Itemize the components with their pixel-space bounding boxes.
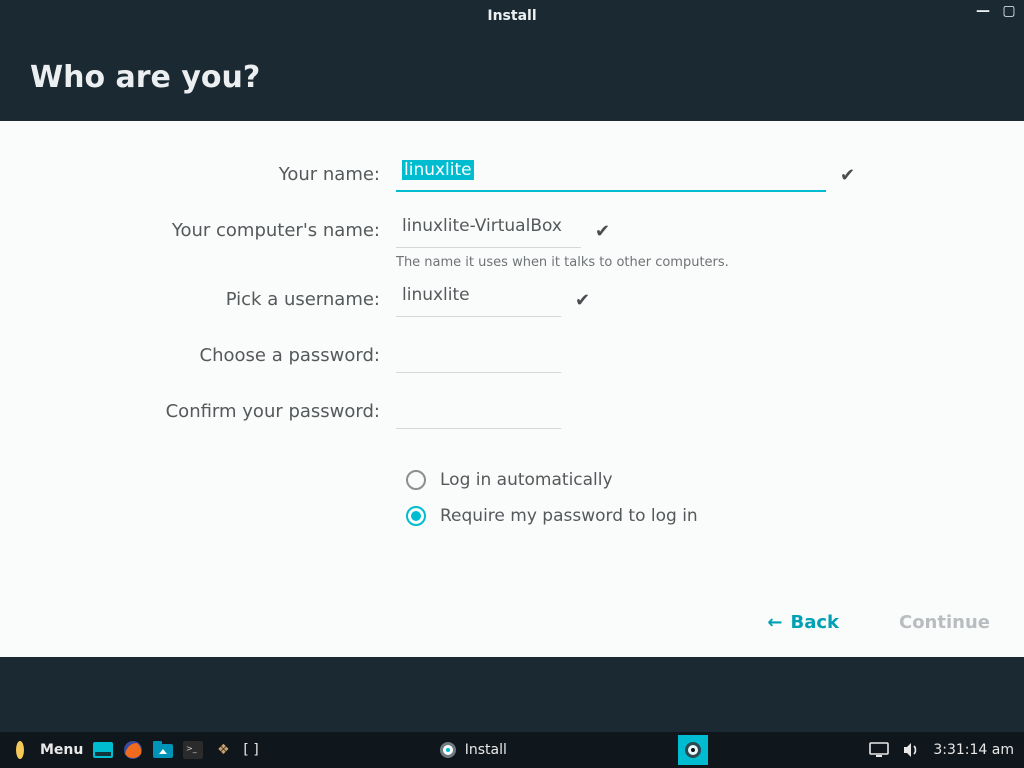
network-indicator[interactable]	[869, 740, 889, 760]
computer-name-valid-icon: ✔	[595, 221, 610, 242]
your-name-input[interactable]: linuxlite	[396, 158, 826, 192]
password-input[interactable]	[396, 339, 561, 373]
taskbar-entry-install-active[interactable]	[678, 735, 708, 765]
taskbar: Menu >_ ❖ [ ] Install 3:31	[0, 732, 1024, 768]
your-name-value: linuxlite	[402, 160, 474, 180]
username-valid-icon: ✔	[575, 290, 590, 311]
computer-name-helper: The name it uses when it talks to other …	[396, 255, 729, 270]
radio-login-automatically[interactable]: Log in automatically	[406, 462, 1024, 498]
installer-body: Your name: linuxlite ✔ Your computer's n…	[0, 121, 1024, 657]
confirm-password-input[interactable]	[396, 395, 561, 429]
workspace-indicator[interactable]: [ ]	[243, 742, 258, 758]
window-maximize-button[interactable]: ▢	[1000, 4, 1018, 18]
volume-icon	[902, 741, 920, 759]
continue-button[interactable]: Continue	[899, 612, 990, 633]
window-title: Install	[487, 8, 536, 24]
installer-header: Who are you?	[0, 32, 1024, 121]
username-label: Pick a username:	[0, 280, 380, 320]
radio-unchecked-icon	[406, 470, 426, 490]
clock[interactable]: 3:31:14 am	[933, 742, 1014, 758]
menu-button[interactable]	[10, 740, 30, 760]
file-manager-launcher[interactable]	[153, 740, 173, 760]
page-title: Who are you?	[30, 60, 994, 95]
installer-icon	[439, 741, 457, 759]
terminal-launcher[interactable]: >_	[183, 740, 203, 760]
computer-name-label: Your computer's name:	[0, 211, 380, 280]
arrow-left-icon: ←	[767, 612, 782, 633]
taskbar-entry-install-label: Install	[465, 742, 507, 758]
window-minimize-button[interactable]: —	[974, 4, 992, 18]
radio-checked-icon	[406, 506, 426, 526]
taskbar-entry-install[interactable]: Install	[429, 739, 517, 761]
svg-text:>_: >_	[186, 744, 198, 753]
password-label: Choose a password:	[0, 336, 380, 376]
terminal-icon: >_	[183, 741, 203, 759]
radio-auto-label: Log in automatically	[440, 470, 613, 490]
installer-footer: ← Back Continue	[767, 612, 990, 633]
installer-icon	[684, 741, 702, 759]
folder-home-icon	[153, 741, 173, 759]
settings-launcher[interactable]: ❖	[213, 740, 233, 760]
desktop-icon	[93, 742, 113, 758]
confirm-password-label: Confirm your password:	[0, 392, 380, 432]
radio-require-label: Require my password to log in	[440, 506, 698, 526]
volume-indicator[interactable]	[901, 740, 921, 760]
show-desktop-button[interactable]	[93, 740, 113, 760]
back-button[interactable]: ← Back	[767, 612, 839, 633]
firefox-icon	[123, 740, 143, 760]
window-titlebar: Install — ▢	[0, 0, 1024, 32]
username-input[interactable]: linuxlite	[396, 283, 561, 317]
firefox-launcher[interactable]	[123, 740, 143, 760]
computer-name-input[interactable]: linuxlite-VirtualBox	[396, 214, 581, 248]
radio-require-password[interactable]: Require my password to log in	[406, 498, 1024, 534]
your-name-label: Your name:	[0, 155, 380, 195]
monitor-icon	[869, 742, 889, 758]
menu-label[interactable]: Menu	[40, 742, 83, 758]
back-button-label: Back	[790, 612, 839, 633]
your-name-valid-icon: ✔	[840, 165, 855, 186]
feather-icon	[13, 740, 27, 760]
